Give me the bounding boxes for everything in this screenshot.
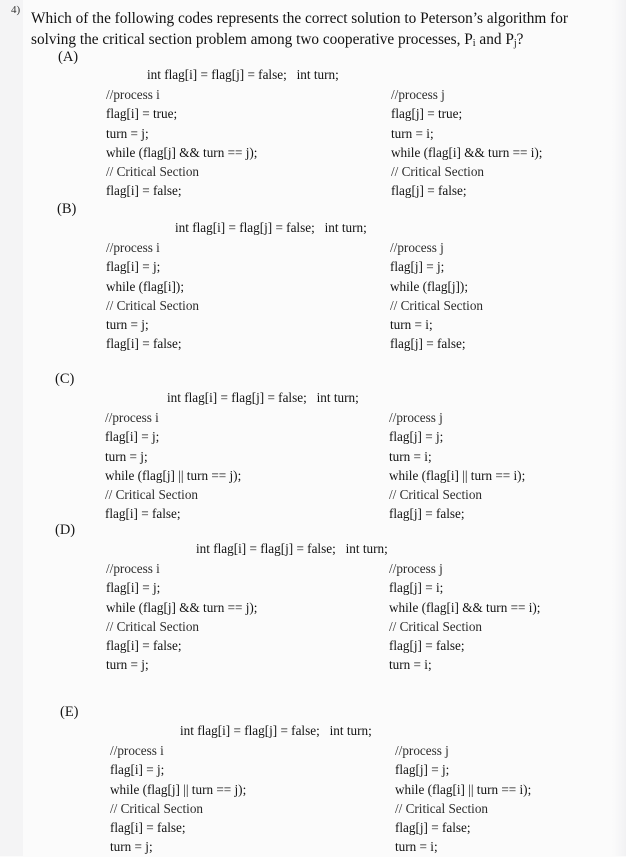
code-line: // Critical Section xyxy=(389,487,483,503)
code-line: //process i xyxy=(105,410,159,425)
option-b-declaration-line: int flag[i] = flag[j] = false; int turn; xyxy=(175,220,367,235)
code-line: flag[i] = j; xyxy=(106,580,161,596)
question-text-line2-part2: and P xyxy=(475,31,514,48)
code-line: flag[i] = j; xyxy=(110,762,165,778)
code-line: //process i xyxy=(106,240,160,255)
option-d-process-i-column: //process i flag[i] = j; while (flag[j] &&… xyxy=(106,559,257,675)
code-line: // Critical Section xyxy=(390,297,484,313)
code-line: flag[i] = false; xyxy=(110,820,186,836)
option-c-process-j-column: //process j flag[j] = j; turn = i; while (f… xyxy=(389,408,525,524)
code-line: flag[i] = j; xyxy=(106,259,161,275)
code-line: flag[i] = false; xyxy=(106,183,182,199)
option-b-process-i-column: //process i flag[i] = j; while (flag[i]); /… xyxy=(106,238,199,354)
code-line: turn = j; xyxy=(106,657,149,673)
code-line: turn = i; xyxy=(390,317,433,333)
code-line: // Critical Section xyxy=(110,800,204,816)
code-line: flag[j] = j; xyxy=(390,259,445,275)
question-text: Which of the following codes represents … xyxy=(31,8,620,54)
code-line: flag[j] = false; xyxy=(389,506,465,522)
code-line: turn = i; xyxy=(395,839,438,855)
code-line: turn = i; xyxy=(389,448,432,464)
code-line: // Critical Section xyxy=(395,800,489,816)
code-line: turn = i; xyxy=(389,657,432,673)
code-line: while (flag[j] || turn == j); xyxy=(110,781,247,797)
code-line: while (flag[j] && turn == j); xyxy=(106,599,258,615)
option-c-process-i-column: //process i flag[i] = j; turn = j; while (f… xyxy=(105,408,241,524)
code-line: flag[i] = false; xyxy=(105,506,181,522)
code-line: while (flag[i] && turn == i); xyxy=(391,144,543,160)
code-line: //process j xyxy=(390,240,444,255)
document-page: 4) Which of the following codes represen… xyxy=(0,0,626,856)
option-d-process-j-column: //process j flag[j] = i; while (flag[i] &&… xyxy=(389,559,540,675)
question-number: 4) xyxy=(11,4,21,16)
option-letter-b: (B) xyxy=(57,201,77,217)
code-line: while (flag[i] || turn == i); xyxy=(389,467,526,483)
code-line: flag[j] = true; xyxy=(391,106,463,122)
option-a-process-i-column: //process i flag[i] = true; turn = j; while… xyxy=(106,85,257,201)
code-line: while (flag[j] || turn == j); xyxy=(105,467,242,483)
question-text-line2-part3: ? xyxy=(516,31,524,48)
code-line: flag[j] = j; xyxy=(389,429,444,445)
code-line: //process j xyxy=(395,743,449,758)
code-line: // Critical Section xyxy=(391,164,485,180)
code-line: // Critical Section xyxy=(389,618,483,634)
code-line: while (flag[i]); xyxy=(106,278,184,294)
code-line: while (flag[j]); xyxy=(390,278,468,294)
code-line: flag[i] = false; xyxy=(106,638,182,654)
option-letter-c: (C) xyxy=(55,371,75,387)
code-line: while (flag[j] && turn == j); xyxy=(106,144,258,160)
code-line: //process i xyxy=(106,87,160,102)
code-line: // Critical Section xyxy=(106,618,200,634)
option-letter-a: (A) xyxy=(58,49,79,65)
code-line: flag[i] = false; xyxy=(106,336,182,352)
option-d-declaration-line: int flag[i] = flag[j] = false; int turn; xyxy=(196,541,388,556)
code-line: //process j xyxy=(391,87,445,102)
code-line: //process i xyxy=(106,561,160,576)
option-c-declaration-line: int flag[i] = flag[j] = false; int turn; xyxy=(167,390,359,405)
code-line: turn = j; xyxy=(106,125,149,141)
code-line: flag[j] = false; xyxy=(395,820,471,836)
option-e-process-j-column: //process j flag[j] = j; while (flag[i] ||… xyxy=(395,741,531,857)
option-e-process-i-column: //process i flag[i] = j; while (flag[j] ||… xyxy=(110,741,246,857)
code-line: flag[j] = false; xyxy=(390,336,466,352)
code-line: flag[j] = false; xyxy=(389,638,465,654)
code-line: turn = j; xyxy=(105,448,148,464)
question-text-line1: Which of the following codes represents … xyxy=(31,10,568,27)
code-line: flag[i] = j; xyxy=(105,429,160,445)
code-line: // Critical Section xyxy=(106,164,200,180)
code-line: //process j xyxy=(389,410,443,425)
code-line: turn = i; xyxy=(391,125,434,141)
code-line: turn = j; xyxy=(110,839,153,855)
code-line: //process i xyxy=(110,743,164,758)
code-line: // Critical Section xyxy=(106,297,200,313)
option-letter-e: (E) xyxy=(60,704,79,720)
option-b-process-j-column: //process j flag[j] = j; while (flag[j]); /… xyxy=(390,238,483,354)
code-line: turn = j; xyxy=(106,317,149,333)
code-line: while (flag[i] || turn == i); xyxy=(395,781,532,797)
option-letter-d: (D) xyxy=(55,522,76,538)
code-line: while (flag[i] && turn == i); xyxy=(389,599,541,615)
code-line: flag[j] = j; xyxy=(395,762,450,778)
option-a-process-j-column: //process j flag[j] = true; turn = i; while… xyxy=(391,85,542,201)
code-line: flag[i] = true; xyxy=(106,106,178,122)
option-a-declaration-line: int flag[i] = flag[j] = false; int turn; xyxy=(147,67,339,82)
code-line: //process j xyxy=(389,561,443,576)
code-line: flag[j] = false; xyxy=(391,183,467,199)
option-e-declaration-line: int flag[i] = flag[j] = false; int turn; xyxy=(180,723,372,738)
code-line: // Critical Section xyxy=(105,487,199,503)
question-text-line2-part1: solving the critical section problem amo… xyxy=(31,31,473,48)
code-line: flag[j] = i; xyxy=(389,580,444,596)
